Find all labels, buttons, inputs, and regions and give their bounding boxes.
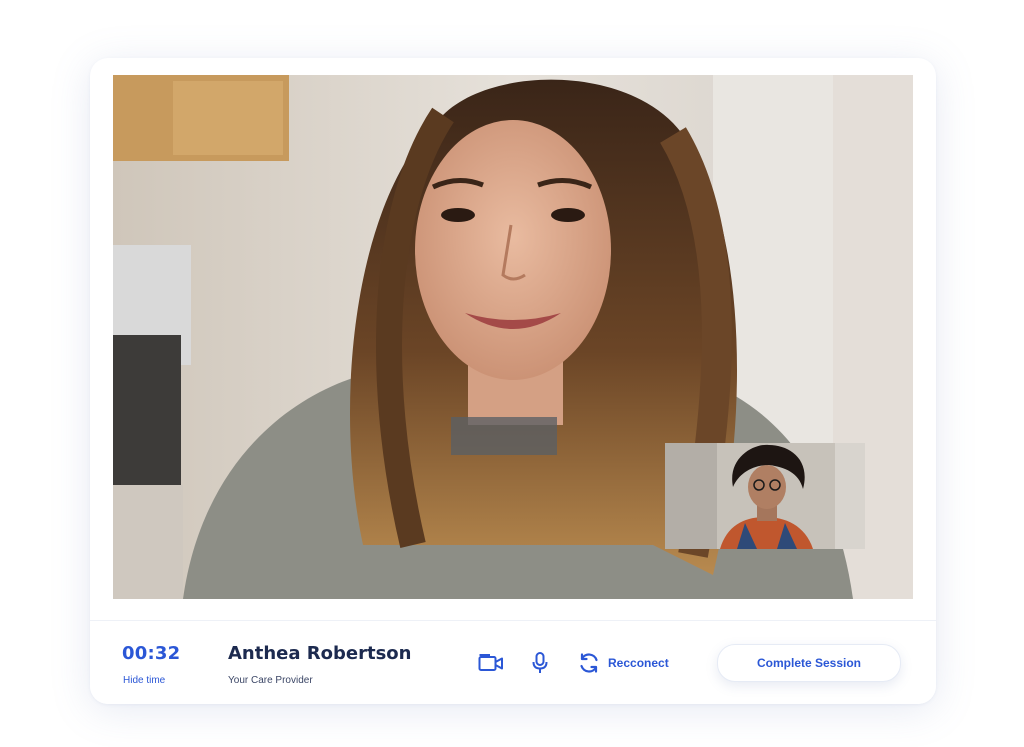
main-video-feed [113, 75, 913, 599]
provider-name: Anthea Robertson [228, 643, 412, 664]
video-camera-icon [478, 654, 503, 671]
self-view-image [665, 443, 865, 549]
refresh-icon [580, 653, 598, 673]
microphone-toggle-button[interactable] [530, 651, 550, 675]
provider-role: Your Care Provider [228, 675, 313, 686]
reconnect-button[interactable]: Recconect [578, 652, 669, 674]
video-call-card: 00:32 Hide time Anthea Robertson Your Ca… [90, 58, 936, 704]
reconnect-label: Recconect [608, 656, 669, 670]
session-timer: 00:32 [122, 643, 181, 664]
complete-session-button[interactable]: Complete Session [717, 644, 901, 682]
hide-time-link[interactable]: Hide time [123, 675, 165, 686]
self-view-video [665, 443, 865, 549]
call-controls-bar: 00:32 Hide time Anthea Robertson Your Ca… [90, 620, 936, 704]
microphone-icon [532, 652, 548, 673]
camera-toggle-button[interactable] [477, 651, 505, 675]
redaction-box [451, 417, 557, 455]
